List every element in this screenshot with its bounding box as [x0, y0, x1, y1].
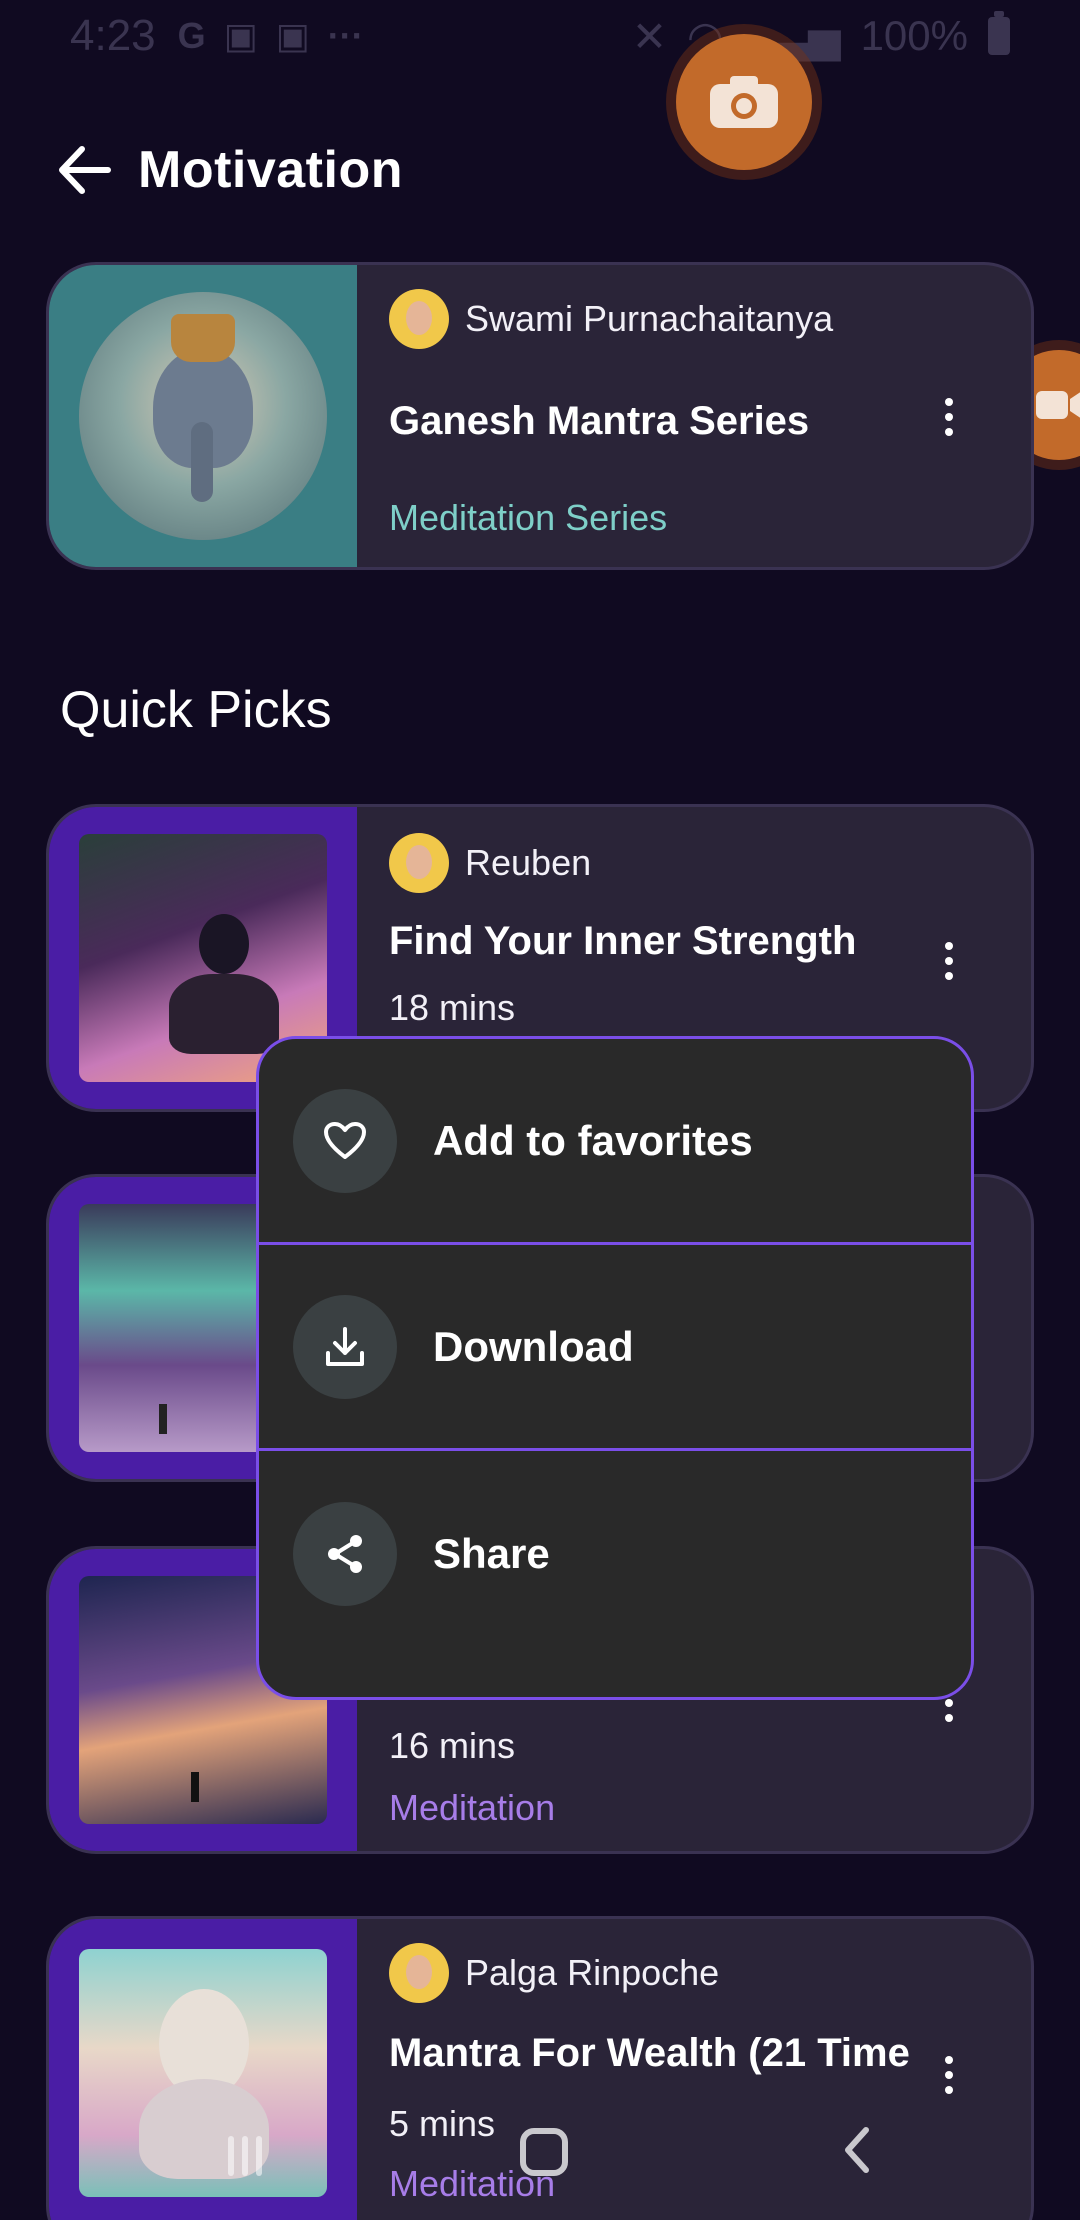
- card-duration: 18 mins: [389, 987, 516, 1028]
- recents-button[interactable]: [228, 2136, 262, 2176]
- ganesh-artwork: [79, 292, 327, 540]
- heart-icon: [293, 1088, 397, 1193]
- menu-item-share[interactable]: Share: [259, 1451, 971, 1657]
- teams-icon: ▣: [223, 15, 258, 56]
- system-nav-bar: [0, 2110, 1080, 2220]
- status-bar: 4:23 G ▣ ▣ ··· ✕ ◠ ▂▃▅ 100%: [0, 0, 1080, 72]
- card-duration: 16 mins: [389, 1725, 516, 1766]
- author-name: Swami Purnachaitanya: [465, 298, 834, 339]
- menu-item-add-to-favorites[interactable]: Add to favorites: [259, 1039, 971, 1245]
- featured-info: Swami Purnachaitanya Ganesh Mantra Serie…: [389, 265, 941, 567]
- card-title: Ganesh Mantra Series: [389, 399, 810, 443]
- card-title: Mantra For Wealth (21 Times: [389, 2031, 909, 2075]
- system-back-button[interactable]: [828, 2120, 888, 2180]
- featured-thumbnail-frame: [49, 265, 357, 567]
- video-camera-icon: [1036, 391, 1080, 419]
- card-type: Meditation: [389, 1787, 556, 1828]
- author-row: Reuben: [389, 833, 591, 893]
- battery-percent: 100%: [860, 12, 968, 59]
- home-button[interactable]: [520, 2128, 568, 2176]
- more-dots-icon: ···: [327, 15, 364, 56]
- author-name: Palga Rinpoche: [465, 1952, 720, 1993]
- more-options-button[interactable]: [929, 931, 969, 991]
- page-title: Motivation: [138, 141, 403, 199]
- menu-item-label: Add to favorites: [433, 1116, 753, 1164]
- author-name: Reuben: [465, 842, 592, 883]
- author-row: Palga Rinpoche: [389, 1943, 719, 2003]
- system-icons: ✕ ◠ ▂▃▅ 100%: [631, 11, 1010, 61]
- more-options-button[interactable]: [929, 2045, 969, 2105]
- avatar: [389, 1943, 449, 2003]
- menu-item-label: Download: [433, 1322, 634, 1370]
- share-icon: [293, 1502, 397, 1606]
- google-icon: G: [177, 15, 206, 56]
- camera-icon: [710, 76, 778, 128]
- featured-series-card[interactable]: Swami Purnachaitanya Ganesh Mantra Serie…: [46, 262, 1034, 570]
- chevron-left-icon: [845, 2127, 869, 2173]
- back-button[interactable]: [54, 140, 114, 200]
- mute-icon: ✕: [631, 12, 668, 60]
- camera-bubble[interactable]: [676, 34, 812, 170]
- notification-icons: G ▣ ▣ ···: [178, 15, 364, 57]
- battery-icon: [988, 11, 1010, 55]
- context-menu: Add to favorites Download Share: [256, 1036, 974, 1700]
- menu-item-label: Share: [433, 1530, 550, 1577]
- teams-icon: ▣: [275, 15, 310, 56]
- menu-item-download[interactable]: Download: [259, 1245, 971, 1451]
- header: Motivation: [54, 130, 403, 210]
- arrow-left-icon: [59, 146, 111, 194]
- download-icon: [293, 1294, 397, 1399]
- more-options-button[interactable]: [929, 387, 969, 447]
- status-time: 4:23: [70, 11, 156, 60]
- section-title: Quick Picks: [60, 681, 332, 739]
- avatar: [389, 289, 449, 349]
- card-type: Meditation Series: [389, 497, 668, 538]
- avatar: [389, 833, 449, 893]
- card-title: Find Your Inner Strength: [389, 919, 857, 963]
- author-row: Swami Purnachaitanya: [389, 289, 833, 349]
